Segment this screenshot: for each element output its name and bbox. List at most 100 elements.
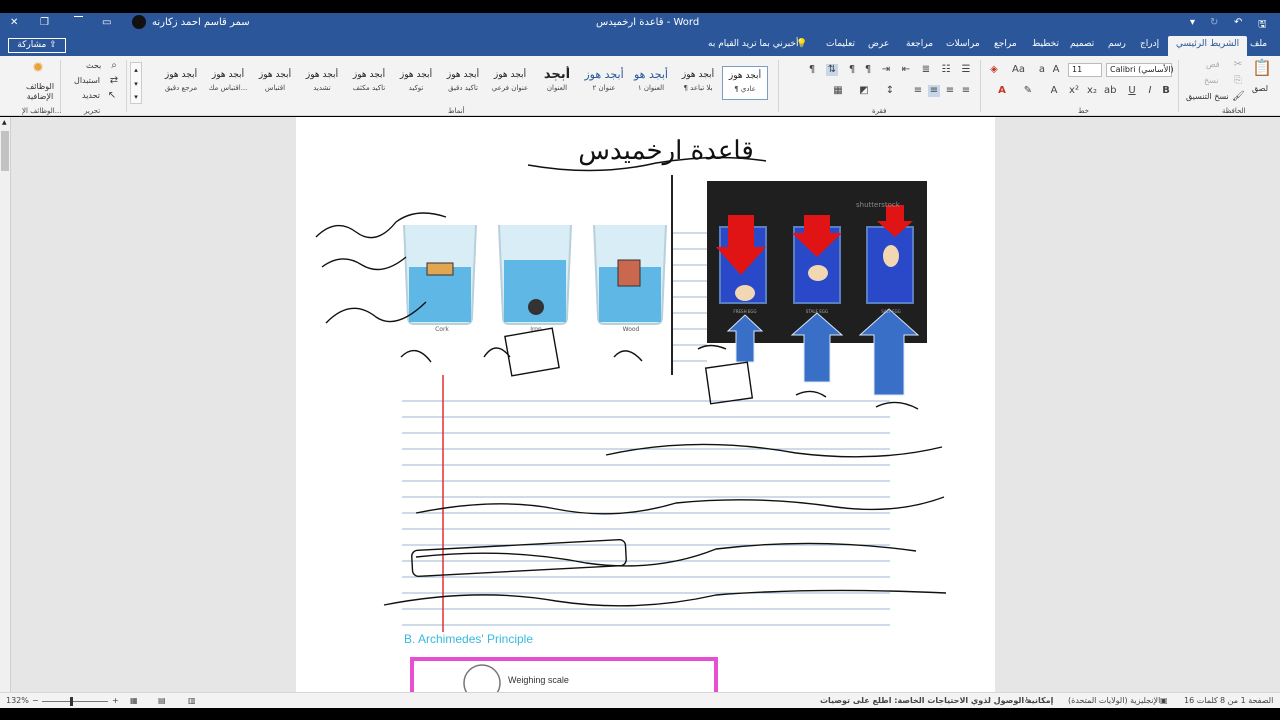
style-item[interactable]: أبجد هوز ¶ عادي — [722, 66, 768, 100]
style-item[interactable]: أبجد هوز ¶ بلا تباعد — [675, 66, 721, 100]
font-size-box[interactable]: 11 — [1068, 63, 1102, 77]
align-right-icon[interactable]: ≡ — [960, 85, 972, 97]
tab-mailings[interactable]: مراسلات — [946, 39, 980, 49]
ribbon-display-icon[interactable]: ▭ — [102, 17, 111, 28]
style-item[interactable]: أبجد هوز اقتباس مك... — [205, 66, 251, 100]
italic-icon[interactable]: I — [1144, 85, 1156, 97]
show-marks-icon[interactable]: ¶ — [806, 64, 818, 76]
style-item[interactable]: أبجد هو العنوان ١ — [628, 66, 674, 100]
tab-home[interactable]: الشريط الرئيسي — [1168, 36, 1248, 56]
borders-icon[interactable]: ▦ — [832, 85, 844, 97]
chevron-down-icon[interactable]: ▾ — [131, 77, 141, 91]
tab-review[interactable]: مراجعة — [906, 39, 933, 49]
zoom-slider-thumb[interactable] — [70, 697, 73, 706]
change-case-icon[interactable]: Aa — [1012, 64, 1025, 76]
line-spacing-icon[interactable]: ↕ — [884, 85, 896, 97]
numbering-icon[interactable]: ☷ — [940, 64, 952, 76]
format-painter-button[interactable]: نسخ التنسيق — [1186, 92, 1229, 101]
addins-icon[interactable]: ✹ — [32, 61, 44, 75]
vertical-scrollbar[interactable]: ▲ — [0, 117, 11, 692]
user-name[interactable]: سمر قاسم احمد زكارنه — [152, 17, 250, 28]
paste-label[interactable]: لصق — [1252, 84, 1268, 93]
language-indicator[interactable]: الإنجليزية (الولايات المتحدة) — [1068, 696, 1160, 705]
zoom-slider[interactable] — [42, 697, 108, 706]
zoom-in-icon[interactable]: + — [112, 696, 119, 705]
more-styles-icon[interactable]: ▾ — [131, 91, 141, 103]
subscript-icon[interactable]: x₂ — [1086, 85, 1098, 97]
tab-draw[interactable]: رسم — [1108, 39, 1126, 49]
shrink-font-icon[interactable]: a — [1036, 64, 1048, 76]
restore-icon[interactable]: ❐ — [40, 17, 49, 28]
tab-help[interactable]: تعليمات — [826, 39, 855, 49]
underline-icon[interactable]: U — [1126, 85, 1138, 97]
text-effects-icon[interactable]: A — [1048, 85, 1060, 97]
read-mode-icon[interactable]: ▥ — [188, 696, 196, 705]
bold-icon[interactable]: B — [1160, 85, 1172, 97]
bullets-icon[interactable]: ☰ — [960, 64, 972, 76]
print-layout-icon[interactable]: ▤ — [158, 696, 166, 705]
justify-icon[interactable]: ≡ — [912, 85, 924, 97]
tab-references[interactable]: مراجع — [994, 39, 1017, 49]
style-item[interactable]: أبجد هوز اقتباس — [252, 66, 298, 100]
zoom-out-icon[interactable]: − — [32, 696, 39, 705]
tell-me-box[interactable]: أخبرني بما تريد القيام به — [708, 39, 799, 49]
accessibility-status[interactable]: إمكانية الوصول لذوي الاحتياجات الخاصة: ا… — [820, 696, 1053, 705]
style-item[interactable]: أبجد هوز تأكيد دقيق — [440, 66, 486, 100]
style-item[interactable]: أبجد هوز عنوان ٢ — [581, 66, 627, 100]
strikethrough-icon[interactable]: ab — [1104, 85, 1116, 97]
tab-view[interactable]: عرض — [868, 39, 889, 49]
fresh-egg-label: FRESH EGG — [733, 309, 756, 314]
highlight-icon[interactable]: ✎ — [1022, 85, 1034, 97]
shading-icon[interactable]: ◩ — [858, 85, 870, 97]
style-item[interactable]: أبجد هوز مرجع دقيق — [158, 66, 204, 100]
font-name-box[interactable]: Calibri (الأساسي) — [1106, 63, 1174, 77]
superscript-icon[interactable]: x² — [1068, 85, 1080, 97]
scroll-up-icon[interactable]: ▲ — [2, 119, 7, 126]
increase-indent-icon[interactable]: ⇥ — [880, 64, 892, 76]
style-item[interactable]: أبجد هوز تأكيد مكثف — [346, 66, 392, 100]
zoom-level[interactable]: 132% — [6, 696, 29, 705]
ltr-icon[interactable]: ¶ — [862, 64, 874, 76]
tab-file[interactable]: ملف — [1250, 39, 1267, 49]
document-page[interactable]: قاعدة ارخميدس Cork Iron Wood shutterstoc… — [296, 117, 995, 692]
grow-font-icon[interactable]: A — [1050, 64, 1062, 76]
addins-button[interactable]: الوظائف الإضافية — [24, 82, 56, 102]
style-item[interactable]: أبجد هوز تشديد — [299, 66, 345, 100]
sort-icon[interactable]: ⇅ — [826, 64, 838, 76]
save-icon[interactable]: 🖫 — [1258, 17, 1267, 34]
redo-icon[interactable]: ↻ — [1210, 17, 1218, 28]
style-item[interactable]: أبجد العنوان — [534, 66, 580, 100]
word-count[interactable]: 16 كلمات — [1184, 696, 1218, 705]
minimize-icon[interactable] — [74, 16, 83, 17]
find-button[interactable]: بحث — [86, 61, 101, 70]
undo-icon[interactable]: ↶ — [1234, 17, 1242, 28]
style-item[interactable]: أبجد هوز عنوان فرعي — [487, 66, 533, 100]
align-left-icon[interactable]: ≡ — [928, 85, 940, 97]
decrease-indent-icon[interactable]: ⇤ — [900, 64, 912, 76]
cut-button[interactable]: قص — [1206, 60, 1220, 69]
web-layout-icon[interactable]: ▦ — [130, 696, 138, 705]
tab-layout[interactable]: تخطيط — [1032, 39, 1059, 49]
chevron-up-icon[interactable]: ▴ — [131, 63, 141, 77]
tab-design[interactable]: تصميم — [1070, 39, 1094, 49]
avatar[interactable] — [132, 15, 146, 29]
center-icon[interactable]: ≡ — [944, 85, 956, 97]
copy-button[interactable]: نسخ — [1204, 76, 1219, 85]
font-color-icon[interactable]: A — [996, 85, 1008, 97]
proofing-icon[interactable]: ▣ — [1160, 696, 1168, 705]
scroll-thumb[interactable] — [1, 131, 9, 171]
close-icon[interactable]: ✕ — [10, 17, 18, 28]
rtl-icon[interactable]: ¶ — [846, 64, 858, 76]
customize-qat-icon[interactable]: ▾ — [1190, 17, 1195, 28]
paste-icon[interactable]: 📋 — [1252, 60, 1272, 80]
clear-formatting-icon[interactable]: ◈ — [988, 64, 1000, 76]
page-count[interactable]: الصفحة 1 من 8 — [1220, 696, 1273, 705]
styles-scroll[interactable]: ▴ ▾ ▾ — [130, 62, 142, 104]
tab-insert[interactable]: إدراج — [1140, 39, 1159, 49]
replace-button[interactable]: استبدال — [74, 76, 100, 85]
style-item[interactable]: أبجد هوز توكيد — [393, 66, 439, 100]
select-button[interactable]: تحديد — [82, 91, 100, 100]
format-painter-icon: 🖌 — [1232, 91, 1245, 102]
share-button[interactable]: مشاركة ⇪ — [8, 38, 66, 53]
multilevel-list-icon[interactable]: ≣ — [920, 64, 932, 76]
